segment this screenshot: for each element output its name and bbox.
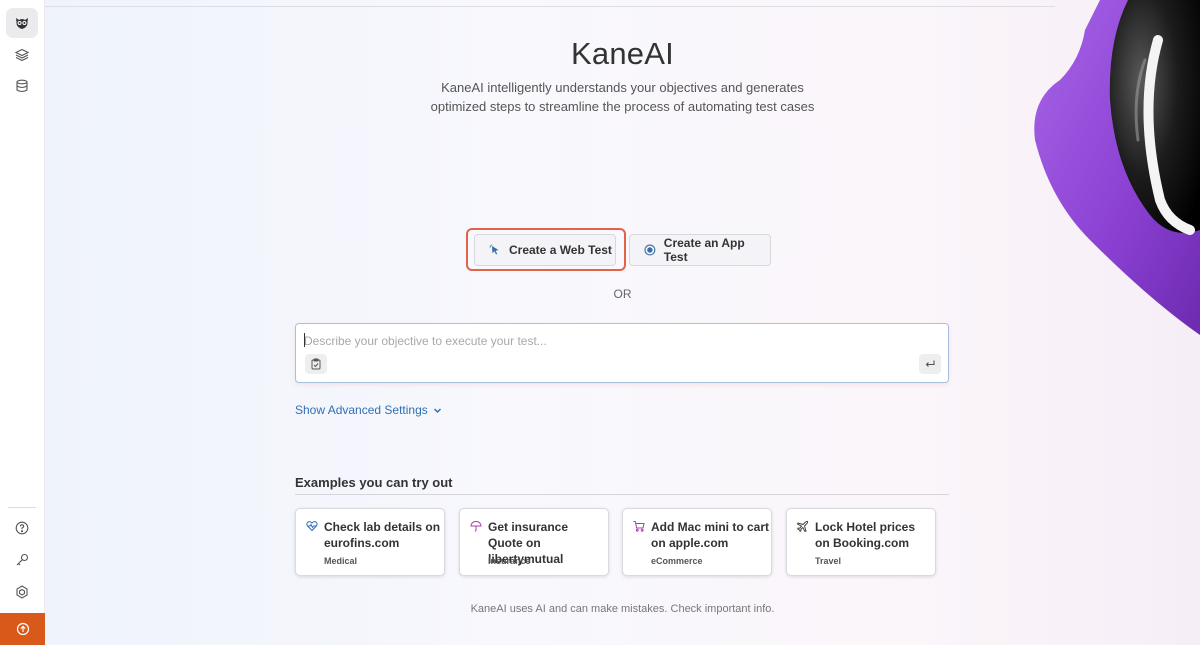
example-card-title: Lock Hotel prices on Booking.com: [815, 520, 916, 550]
clipboard-check-icon: [311, 358, 321, 370]
create-web-test-button[interactable]: Create a Web Test: [474, 234, 616, 266]
example-card-travel[interactable]: Lock Hotel prices on Booking.com Travel: [786, 508, 936, 576]
submit-button[interactable]: [919, 354, 941, 374]
enter-return-icon: [925, 360, 935, 367]
database-icon: [16, 79, 28, 93]
text-cursor: [304, 333, 305, 347]
sidebar-item-home[interactable]: [6, 8, 38, 38]
example-card-title: Add Mac mini to cart on apple.com: [651, 520, 770, 550]
upgrade-button[interactable]: [0, 613, 45, 645]
settings-hexagon-icon: [16, 585, 28, 599]
help-circle-icon: [15, 521, 29, 535]
cursor-pointer-icon: [489, 244, 499, 255]
header-divider: [45, 6, 1055, 7]
sidebar-divider: [8, 507, 36, 508]
main-content: KaneAI KaneAI intelligently understands …: [45, 0, 1200, 645]
example-card-insurance[interactable]: Get insurance Quote on libertymutual Ins…: [459, 508, 609, 576]
create-app-test-button[interactable]: Create an App Test: [629, 234, 771, 266]
key-icon: [16, 553, 29, 566]
example-card-category: Travel: [815, 556, 842, 566]
plane-icon: [797, 520, 809, 532]
target-icon: [644, 244, 656, 256]
example-card-title: Check lab details on eurofins.com: [324, 520, 441, 550]
heart-pulse-icon: [306, 521, 318, 532]
objective-prompt-box: [295, 323, 949, 383]
advanced-settings-toggle[interactable]: Show Advanced Settings: [295, 403, 442, 417]
or-divider-text: OR: [613, 287, 632, 301]
umbrella-icon: [470, 520, 482, 532]
objective-input[interactable]: [304, 332, 924, 350]
example-card-ecommerce[interactable]: Add Mac mini to cart on apple.com eComme…: [622, 508, 772, 576]
cart-icon: [633, 521, 645, 532]
layers-icon: [15, 48, 29, 62]
clipboard-button[interactable]: [305, 354, 327, 374]
sidebar-item-help[interactable]: [6, 513, 38, 543]
page-subtitle: KaneAI intelligently understands your ob…: [45, 78, 1200, 116]
examples-heading: Examples you can try out: [295, 475, 453, 490]
create-web-test-label: Create a Web Test: [509, 243, 612, 257]
page-title: KaneAI: [571, 36, 674, 71]
create-app-test-label: Create an App Test: [663, 236, 745, 264]
example-card-category: Insurance: [488, 556, 531, 566]
sidebar-item-layers[interactable]: [6, 40, 38, 70]
upgrade-arrow-icon: [16, 622, 29, 636]
subtitle-line-2: optimized steps to streamline the proces…: [430, 99, 815, 114]
ai-disclaimer: KaneAI uses AI and can make mistakes. Ch…: [470, 603, 775, 615]
sidebar-item-keys[interactable]: [6, 545, 38, 575]
examples-divider: [295, 494, 949, 495]
sidebar: [0, 0, 45, 645]
owl-logo-icon: [16, 18, 28, 29]
chevron-down-icon: [433, 407, 441, 413]
advanced-settings-label: Show Advanced Settings: [295, 403, 428, 417]
subtitle-line-1: KaneAI intelligently understands your ob…: [441, 80, 804, 95]
example-card-category: Medical: [324, 556, 358, 566]
example-card-medical[interactable]: Check lab details on eurofins.com Medica…: [295, 508, 445, 576]
sidebar-item-settings[interactable]: [6, 577, 38, 607]
sidebar-item-database[interactable]: [6, 71, 38, 101]
example-card-category: eCommerce: [651, 556, 703, 566]
